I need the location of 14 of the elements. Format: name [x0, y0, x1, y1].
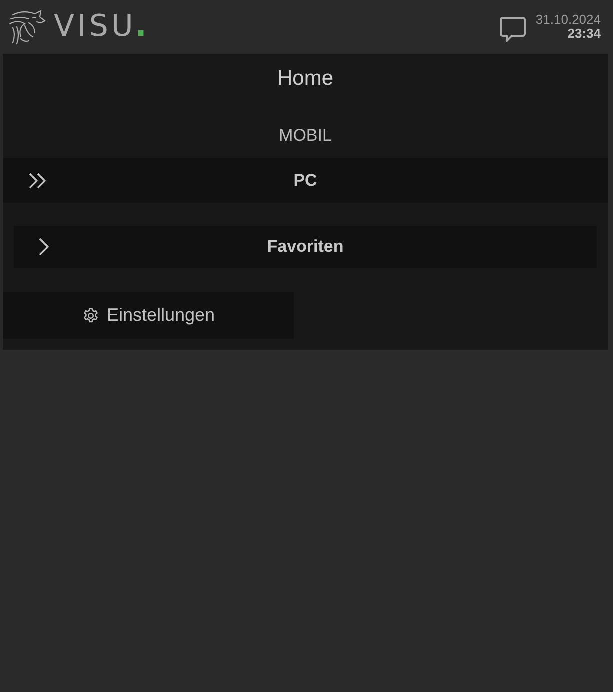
chat-bubble-icon[interactable]: [498, 15, 527, 43]
wolf-logo-icon: [7, 9, 47, 45]
section-heading: MOBIL: [279, 126, 332, 146]
date-text: 31.10.2024: [536, 13, 601, 27]
time-text: 23:34: [568, 27, 601, 41]
logo-dot: .: [135, 10, 147, 44]
page-title: Home: [277, 67, 334, 91]
double-chevron-icon: [29, 173, 47, 189]
settings-button[interactable]: Einstellungen: [3, 292, 294, 339]
menu-row[interactable]: Favoriten: [14, 226, 597, 268]
chevron-icon: [39, 238, 49, 256]
settings-icon: [82, 306, 100, 324]
logo-text: VISU: [54, 10, 136, 44]
menu-row[interactable]: PC: [3, 158, 608, 203]
